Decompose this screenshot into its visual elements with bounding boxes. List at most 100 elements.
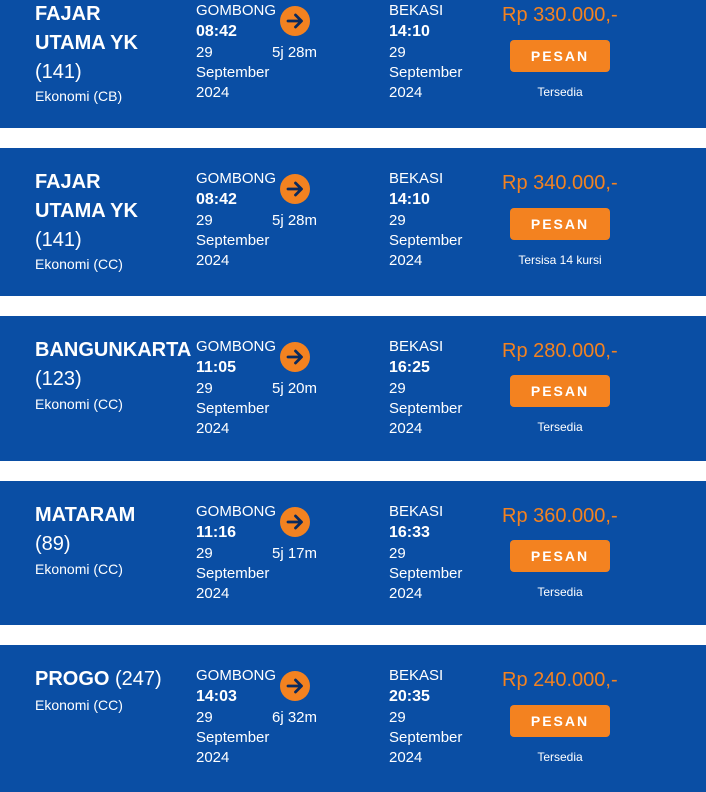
book-button[interactable]: PESAN xyxy=(510,540,610,572)
arrive-time: 20:35 xyxy=(389,688,430,705)
arrow-right-icon xyxy=(280,6,310,36)
ticket-price: Rp 360.000,- xyxy=(502,505,618,527)
date-year: 2024 xyxy=(389,420,423,437)
origin-station: GOMBONG xyxy=(196,2,277,19)
arrive-date: 29 September 2024 xyxy=(389,379,479,439)
date-month: September xyxy=(196,64,270,81)
date-day: 29 xyxy=(389,709,406,726)
train-name-line: UTAMA YK xyxy=(35,32,138,54)
date-year: 2024 xyxy=(196,252,230,269)
train-name-line: FAJAR xyxy=(35,171,101,193)
origin-station: GOMBONG xyxy=(196,170,277,187)
ticket-price: Rp 280.000,- xyxy=(502,340,618,362)
date-month: September xyxy=(389,729,463,746)
book-button[interactable]: PESAN xyxy=(510,208,610,240)
depart-time: 14:03 xyxy=(196,688,237,705)
train-name: FAJAR UTAMA YK (141) xyxy=(35,168,195,255)
date-day: 29 xyxy=(389,380,406,397)
train-card: FAJAR UTAMA YK (141) Ekonomi (CB) GOMBON… xyxy=(0,0,706,128)
duration: 5j 17m xyxy=(272,545,318,562)
arrive-date: 29 September 2024 xyxy=(389,708,479,768)
duration: 5j 20m xyxy=(272,380,318,397)
destination-station: BEKASI xyxy=(389,667,444,684)
destination-station: BEKASI xyxy=(389,503,444,520)
train-class: Ekonomi (CC) xyxy=(35,396,123,412)
train-name-line: FAJAR xyxy=(35,3,101,25)
depart-time: 11:16 xyxy=(196,524,237,541)
arrive-date: 29 September 2024 xyxy=(389,43,479,103)
train-number: (141) xyxy=(35,61,82,83)
ticket-price: Rp 330.000,- xyxy=(502,4,618,26)
train-name: FAJAR UTAMA YK (141) xyxy=(35,0,195,87)
train-card: MATARAM (89) Ekonomi (CC) GOMBONG 11:16 … xyxy=(0,481,706,625)
arrow-right-icon xyxy=(280,342,310,372)
train-card: PROGO (247) Ekonomi (CC) GOMBONG 14:03 2… xyxy=(0,645,706,792)
train-name: MATARAM (89) xyxy=(35,501,195,559)
arrive-time: 14:10 xyxy=(389,23,430,40)
train-name-line: BANGUNKARTA xyxy=(35,339,192,361)
arrow-right-icon xyxy=(280,507,310,537)
train-card: BANGUNKARTA (123) Ekonomi (CC) GOMBONG 1… xyxy=(0,316,706,461)
train-number: (89) xyxy=(35,533,71,555)
date-year: 2024 xyxy=(196,749,230,766)
date-year: 2024 xyxy=(196,84,230,101)
duration: 5j 28m xyxy=(272,212,318,229)
book-button[interactable]: PESAN xyxy=(510,40,610,72)
date-year: 2024 xyxy=(389,252,423,269)
origin-station: GOMBONG xyxy=(196,503,277,520)
date-day: 29 xyxy=(389,44,406,61)
arrive-time: 16:33 xyxy=(389,524,430,541)
train-name-line: PROGO xyxy=(35,668,110,690)
train-name: PROGO (247) xyxy=(35,665,205,694)
availability-status: Tersedia xyxy=(537,750,583,764)
train-class: Ekonomi (CC) xyxy=(35,697,123,713)
date-month: September xyxy=(196,565,270,582)
date-month: September xyxy=(196,400,270,417)
date-year: 2024 xyxy=(389,585,423,602)
destination-station: BEKASI xyxy=(389,338,444,355)
train-name: BANGUNKARTA (123) xyxy=(35,336,205,394)
destination-station: BEKASI xyxy=(389,2,444,19)
train-number: (123) xyxy=(35,368,82,390)
arrive-date: 29 September 2024 xyxy=(389,544,479,604)
arrive-time: 16:25 xyxy=(389,359,430,376)
origin-station: GOMBONG xyxy=(196,667,277,684)
duration: 6j 32m xyxy=(272,709,318,726)
book-button[interactable]: PESAN xyxy=(510,705,610,737)
date-day: 29 xyxy=(389,545,406,562)
date-year: 2024 xyxy=(196,420,230,437)
train-class: Ekonomi (CC) xyxy=(35,561,123,577)
arrow-right-icon xyxy=(280,671,310,701)
origin-station: GOMBONG xyxy=(196,338,277,355)
depart-time: 11:05 xyxy=(196,359,237,376)
train-number: (141) xyxy=(35,229,82,251)
train-card: FAJAR UTAMA YK (141) Ekonomi (CC) GOMBON… xyxy=(0,148,706,296)
availability-status: Tersedia xyxy=(537,420,583,434)
train-class: Ekonomi (CC) xyxy=(35,256,123,272)
date-month: September xyxy=(389,400,463,417)
arrive-time: 14:10 xyxy=(389,191,430,208)
date-month: September xyxy=(389,64,463,81)
arrive-date: 29 September 2024 xyxy=(389,211,479,271)
duration: 5j 28m xyxy=(272,44,318,61)
availability-status: Tersedia xyxy=(537,85,583,99)
availability-status: Tersedia xyxy=(537,585,583,599)
book-button[interactable]: PESAN xyxy=(510,375,610,407)
train-name-line: MATARAM xyxy=(35,504,136,526)
depart-time: 08:42 xyxy=(196,191,237,208)
date-year: 2024 xyxy=(196,585,230,602)
date-month: September xyxy=(389,565,463,582)
destination-station: BEKASI xyxy=(389,170,444,187)
depart-time: 08:42 xyxy=(196,23,237,40)
train-class: Ekonomi (CB) xyxy=(35,88,123,104)
date-month: September xyxy=(196,729,270,746)
ticket-price: Rp 340.000,- xyxy=(502,172,618,194)
arrow-right-icon xyxy=(280,174,310,204)
train-number: (247) xyxy=(115,668,162,690)
ticket-price: Rp 240.000,- xyxy=(502,669,618,691)
date-month: September xyxy=(196,232,270,249)
date-day: 29 xyxy=(389,212,406,229)
train-name-line: UTAMA YK xyxy=(35,200,138,222)
availability-status: Tersisa 14 kursi xyxy=(518,253,602,267)
date-year: 2024 xyxy=(389,749,423,766)
